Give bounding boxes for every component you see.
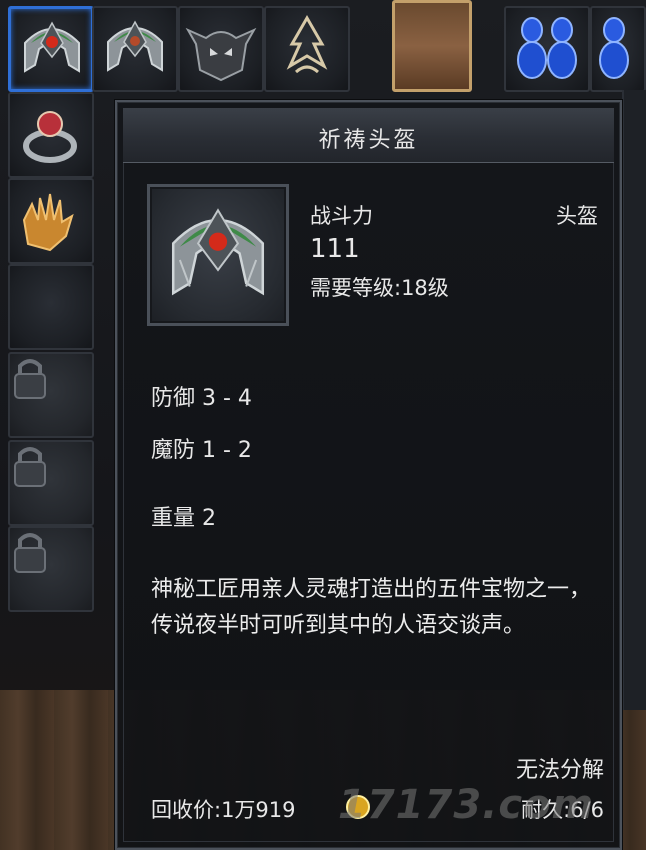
inventory-slot-empty[interactable] (8, 264, 94, 350)
item-type: 头盔 (556, 204, 598, 228)
horned-helmet-icon (185, 27, 257, 82)
combat-power-label: 战斗力 (310, 204, 373, 228)
combat-power-value: 111 (310, 234, 360, 264)
watermark-logo: 17173.com (338, 782, 595, 828)
helmet-icon (171, 208, 265, 296)
level-requirement: 需要等级:18级 (310, 276, 449, 300)
blue-potion-icon (517, 17, 577, 79)
recycle-price: 回收价:1万919 (151, 798, 296, 822)
inventory-slot-helmet-2[interactable] (92, 6, 178, 92)
gauntlet-icon (22, 193, 74, 252)
item-description: 神秘工匠用亲人灵魂打造出的五件宝物之一，传说夜半时可听到其中的人语交谈声。 (151, 577, 592, 638)
stat-magic-defense: 魔防 1 - 2 (151, 438, 252, 463)
inventory-slot-locked[interactable] (8, 352, 94, 438)
lock-icon (14, 447, 46, 487)
inventory-slot-amulet[interactable] (264, 6, 350, 92)
blue-potion-icon (599, 17, 629, 79)
ring-icon (23, 111, 77, 163)
inventory-slot-locked[interactable] (8, 526, 94, 612)
item-tooltip: 祈祷头盔 战斗力 头盔 111 需要等级:18级 防御 3 - 4 魔防 1 -… (115, 100, 622, 850)
tooltip-header: 祈祷头盔 (123, 108, 614, 163)
inventory-scrollbar[interactable] (622, 90, 646, 710)
inventory-slot-locked[interactable] (8, 440, 94, 526)
helmet-icon (24, 21, 80, 73)
inventory-slot-helmet-selected[interactable] (8, 6, 94, 92)
cannot-dismantle-label: 无法分解 (515, 758, 604, 783)
inventory-slot-potions-2[interactable] (590, 6, 646, 92)
inventory-slot-portrait[interactable] (392, 0, 472, 92)
lock-icon (14, 359, 46, 399)
inventory-slot-ring[interactable] (8, 92, 94, 178)
inventory-slot-potions-1[interactable] (504, 6, 590, 92)
inventory-slot-dark-helmet[interactable] (178, 6, 264, 92)
item-name: 祈祷头盔 (318, 128, 419, 153)
stat-weight: 重量 2 (151, 506, 216, 531)
item-icon-frame (147, 184, 289, 326)
stat-defense: 防御 3 - 4 (151, 386, 252, 411)
ornament-icon (286, 14, 328, 74)
inventory-slot-gauntlet[interactable] (8, 178, 94, 264)
helmet-icon (107, 20, 163, 72)
lock-icon (14, 533, 46, 573)
